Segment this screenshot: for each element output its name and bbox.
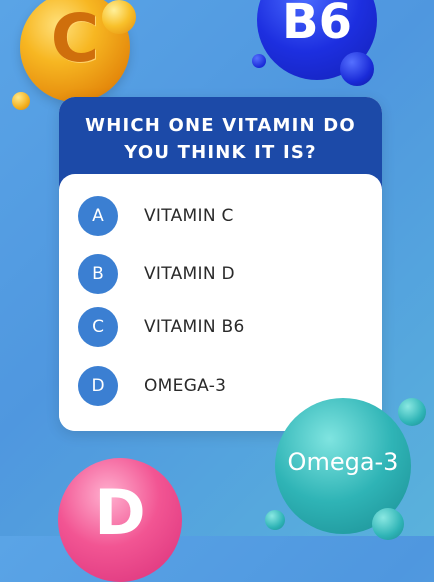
omega-3-sphere-letter: Omega-3: [287, 448, 399, 476]
omega-small-bubble-left: [265, 510, 285, 530]
omega-small-bubble-bottom: [372, 508, 404, 540]
option-b[interactable]: B VITAMIN D: [78, 254, 235, 294]
vitamin-b6-tiny-bubble: [252, 54, 266, 68]
option-a-label: VITAMIN C: [144, 206, 234, 226]
option-b-label: VITAMIN D: [144, 264, 235, 284]
option-b-letter-badge: B: [78, 254, 118, 294]
option-a-letter-badge: A: [78, 196, 118, 236]
option-a[interactable]: A VITAMIN C: [78, 196, 234, 236]
quiz-options-panel: A VITAMIN C B VITAMIN D C VITAMIN B6 D O…: [59, 174, 382, 431]
option-d-label: OMEGA-3: [144, 376, 227, 396]
vitamin-b6-small-bubble: [340, 52, 374, 86]
option-d[interactable]: D OMEGA-3: [78, 366, 226, 406]
option-c-label: VITAMIN B6: [144, 317, 245, 337]
vitamin-c-small-bubble-top: [102, 0, 136, 34]
option-c[interactable]: C VITAMIN B6: [78, 307, 245, 347]
quiz-card: WHICH ONE VITAMIN DO YOU THINK IT IS? A …: [59, 97, 382, 431]
option-c-letter-badge: C: [78, 307, 118, 347]
option-d-letter-badge: D: [78, 366, 118, 406]
omega-small-bubble-top: [398, 398, 426, 426]
vitamin-d-sphere-icon: D: [58, 458, 182, 582]
vitamin-d-sphere-letter: D: [94, 476, 146, 549]
vitamin-c-small-bubble: [12, 92, 30, 110]
vitamin-b6-sphere-letter: B6: [282, 0, 352, 50]
quiz-question: WHICH ONE VITAMIN DO YOU THINK IT IS?: [85, 115, 356, 163]
